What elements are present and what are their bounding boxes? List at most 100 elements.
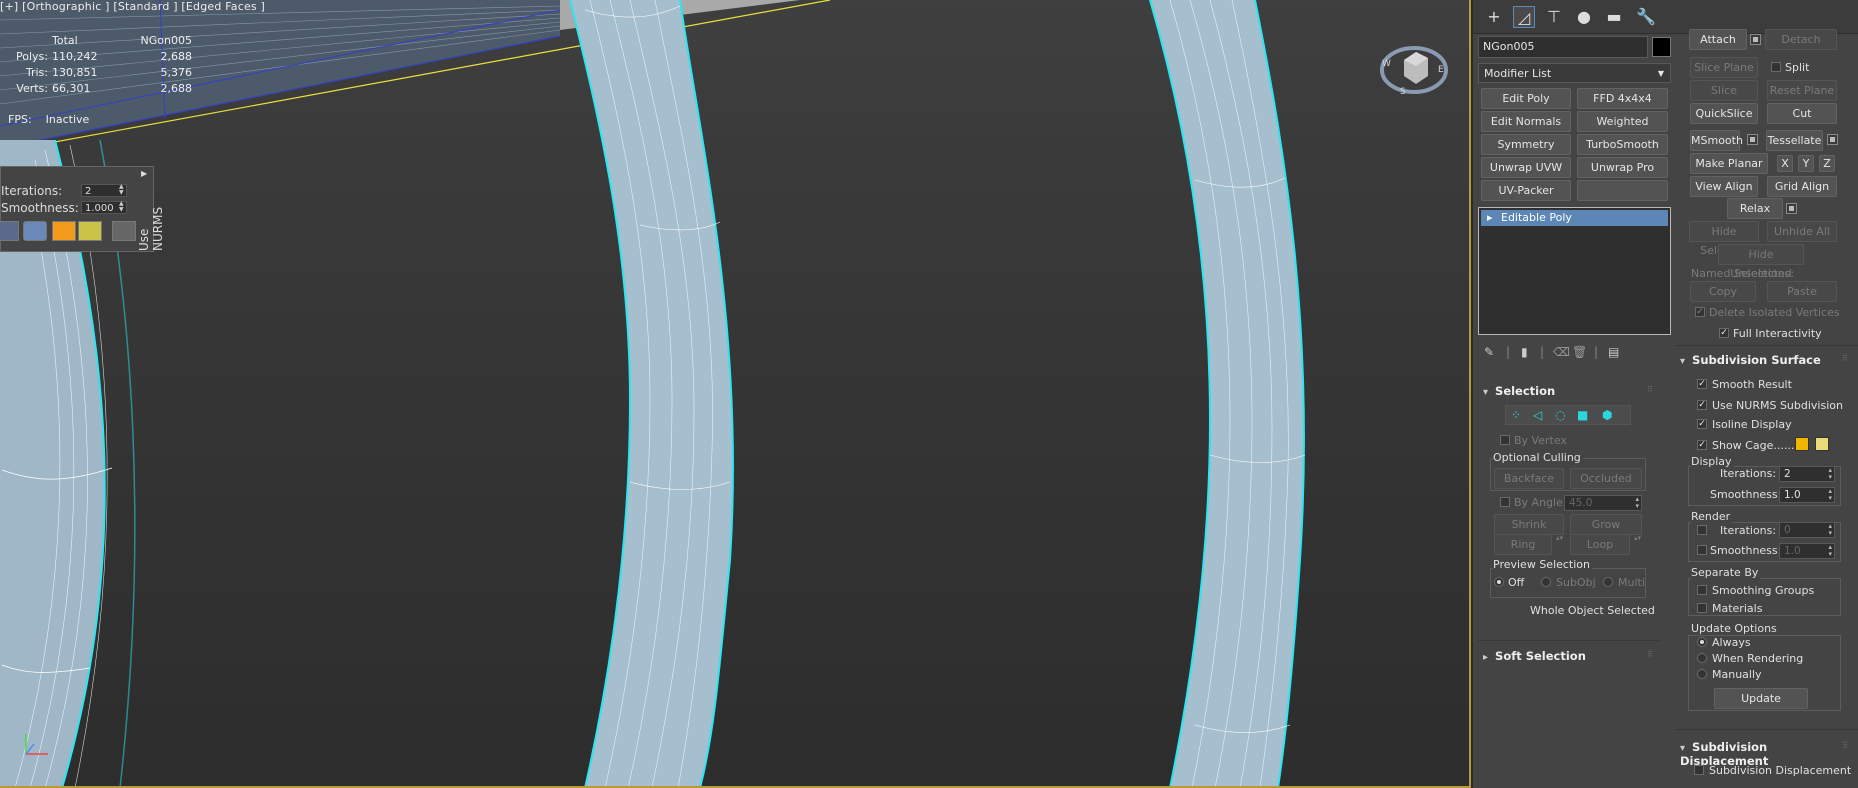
reset-plane-button[interactable]: Reset Plane (1767, 80, 1837, 101)
modifier-button-unwrap-uvw[interactable]: Unwrap UVW (1481, 157, 1571, 178)
motion-tab-icon[interactable]: ● (1573, 6, 1595, 28)
caddy-ok-icon[interactable] (112, 221, 136, 241)
tessellate-button[interactable]: Tessellate (1766, 130, 1823, 151)
stack-item-editable-poly[interactable]: Editable Poly (1481, 210, 1668, 226)
hide-selected-button[interactable]: Hide Selected (1689, 221, 1759, 257)
attach-settings-icon[interactable] (1750, 34, 1761, 45)
modifier-button-weighted-normals[interactable]: Weighted Normals (1577, 111, 1668, 147)
msmooth-button[interactable]: MSmooth (1690, 130, 1743, 151)
slice-button[interactable]: Slice (1690, 80, 1758, 101)
utilities-tab-icon[interactable]: 🔧 (1635, 6, 1657, 28)
preview-subobj-radio[interactable] (1541, 577, 1551, 587)
display-iterations-field[interactable]: 2 (1779, 466, 1835, 482)
materials-checkbox[interactable] (1697, 603, 1707, 613)
modifier-button-edit-normals[interactable]: Edit Normals (1481, 111, 1571, 132)
soft-selection-rollout-header[interactable]: Soft Selection (1483, 649, 1586, 663)
modifier-button-turbosmooth[interactable]: TurboSmooth (1577, 134, 1668, 155)
view-align-button[interactable]: View Align (1690, 176, 1758, 197)
modifier-button-symmetry[interactable]: Symmetry (1481, 134, 1571, 155)
cage-color-swatch-1[interactable] (1795, 437, 1809, 451)
relax-button[interactable]: Relax (1727, 198, 1783, 219)
use-nurms-checkbox[interactable]: ✓ (1697, 400, 1707, 410)
update-button[interactable]: Update (1714, 688, 1808, 709)
relax-settings-icon[interactable] (1786, 203, 1797, 214)
modifier-button-edit-poly[interactable]: Edit Poly (1481, 88, 1571, 109)
render-smoothness-checkbox[interactable] (1697, 545, 1707, 555)
planar-x-button[interactable]: X (1777, 155, 1793, 172)
subdivision-displacement-checkbox[interactable] (1694, 765, 1704, 775)
selection-rollout-header[interactable]: Selection (1483, 384, 1555, 398)
render-iterations-checkbox[interactable] (1697, 525, 1707, 535)
show-cage-checkbox[interactable]: ✓ (1697, 440, 1707, 450)
when-rendering-radio[interactable] (1697, 653, 1707, 663)
modifier-stack[interactable]: Editable Poly (1478, 207, 1671, 335)
caddy-iterations-spinner[interactable]: ▲ ▼ (119, 184, 129, 197)
split-checkbox[interactable] (1771, 62, 1781, 72)
delete-isolated-checkbox[interactable]: ✓ (1695, 307, 1705, 317)
cut-button[interactable]: Cut (1767, 103, 1837, 124)
preview-off-radio[interactable] (1494, 577, 1504, 587)
planar-z-button[interactable]: Z (1819, 155, 1835, 172)
show-end-result-icon[interactable]: ▮ (1521, 345, 1528, 359)
border-mode-icon[interactable]: ◌ (1555, 408, 1565, 422)
by-angle-checkbox[interactable] (1500, 497, 1510, 507)
create-tab-icon[interactable]: + (1483, 6, 1505, 28)
vertex-mode-icon[interactable]: ⁘ (1511, 408, 1521, 422)
subdivision-surface-rollout-header[interactable]: Subdivision Surface (1680, 353, 1821, 367)
unhide-all-button[interactable]: Unhide All (1767, 221, 1837, 242)
object-color-swatch[interactable] (1652, 37, 1671, 57)
grow-button[interactable]: Grow (1570, 514, 1642, 535)
attach-button[interactable]: Attach (1689, 29, 1747, 50)
modifier-list-dropdown[interactable]: Modifier List ▼ (1478, 63, 1671, 83)
edge-mode-icon[interactable]: ◁ (1533, 408, 1542, 422)
quickslice-button[interactable]: QuickSlice (1690, 103, 1758, 124)
planar-y-button[interactable]: Y (1798, 155, 1814, 172)
copy-button[interactable]: Copy (1690, 281, 1756, 302)
hierarchy-tab-icon[interactable]: ⊤ (1543, 6, 1565, 28)
caddy-cage-color2[interactable] (78, 221, 102, 241)
viewport-label-menu[interactable]: [+] [Orthographic ] [Standard ] [Edged F… (0, 0, 265, 13)
caddy-smoothness-spinner[interactable]: ▲ ▼ (119, 201, 129, 214)
ring-spinner[interactable]: ▴▾ (1556, 534, 1563, 542)
display-smoothness-field[interactable]: 1.0 (1779, 487, 1835, 503)
cage-color-swatch-2[interactable] (1815, 437, 1829, 451)
detach-button[interactable]: Detach (1765, 29, 1837, 50)
by-angle-field[interactable]: 45.0 (1564, 495, 1642, 511)
hide-unselected-button[interactable]: Hide Unselected (1718, 244, 1804, 280)
slice-plane-button[interactable]: Slice Plane (1690, 57, 1758, 78)
smoothing-groups-checkbox[interactable] (1697, 585, 1707, 595)
paste-button[interactable]: Paste (1767, 281, 1837, 302)
make-unique-icon[interactable]: ⌫ (1553, 345, 1570, 359)
pin-stack-icon[interactable]: ✎ (1484, 345, 1494, 359)
modifier-button-unwrap-pro[interactable]: Unwrap Pro (1577, 157, 1668, 178)
manually-radio[interactable] (1697, 669, 1707, 679)
msmooth-settings-icon[interactable] (1747, 134, 1758, 145)
smooth-result-checkbox[interactable]: ✓ (1697, 379, 1707, 389)
tessellate-settings-icon[interactable] (1827, 134, 1838, 145)
viewport[interactable]: [+] [Orthographic ] [Standard ] [Edged F… (0, 0, 1471, 788)
object-name-field[interactable]: NGon005 (1478, 36, 1648, 58)
modifier-button-uv-packer[interactable]: UV-Packer (1481, 180, 1571, 201)
nurms-caddy[interactable]: ▶ Iterations: 2 ▲ ▼ Smoothness: 1.000 ▲ ▼ … (0, 166, 165, 252)
viewcube-icon[interactable]: W E S (1378, 30, 1450, 102)
caddy-cage-color1[interactable] (52, 221, 76, 241)
caddy-expand-arrow[interactable]: ▶ (141, 169, 147, 178)
always-radio[interactable] (1697, 637, 1707, 647)
grid-align-button[interactable]: Grid Align (1767, 176, 1837, 197)
caddy-cage-icon[interactable] (0, 221, 19, 241)
full-interactivity-checkbox[interactable]: ✓ (1719, 328, 1729, 338)
render-iterations-field[interactable]: 0 (1779, 522, 1835, 538)
loop-spinner[interactable]: ▴▾ (1634, 534, 1641, 542)
render-smoothness-field[interactable]: 1.0 (1779, 543, 1835, 559)
preview-multi-radio[interactable] (1603, 577, 1613, 587)
loop-button[interactable]: Loop (1570, 534, 1630, 555)
isoline-display-checkbox[interactable]: ✓ (1697, 419, 1707, 429)
remove-modifier-icon[interactable]: 🗑 (1572, 345, 1587, 359)
display-tab-icon[interactable]: ▬ (1603, 6, 1625, 28)
modify-tab-icon[interactable]: ◿ (1513, 6, 1535, 28)
configure-sets-icon[interactable]: ▤ (1608, 345, 1619, 359)
backface-button[interactable]: Backface (1494, 468, 1564, 489)
modifier-button-empty[interactable] (1577, 180, 1668, 201)
viewport-scene[interactable] (0, 0, 1471, 788)
make-planar-button[interactable]: Make Planar (1690, 153, 1768, 174)
